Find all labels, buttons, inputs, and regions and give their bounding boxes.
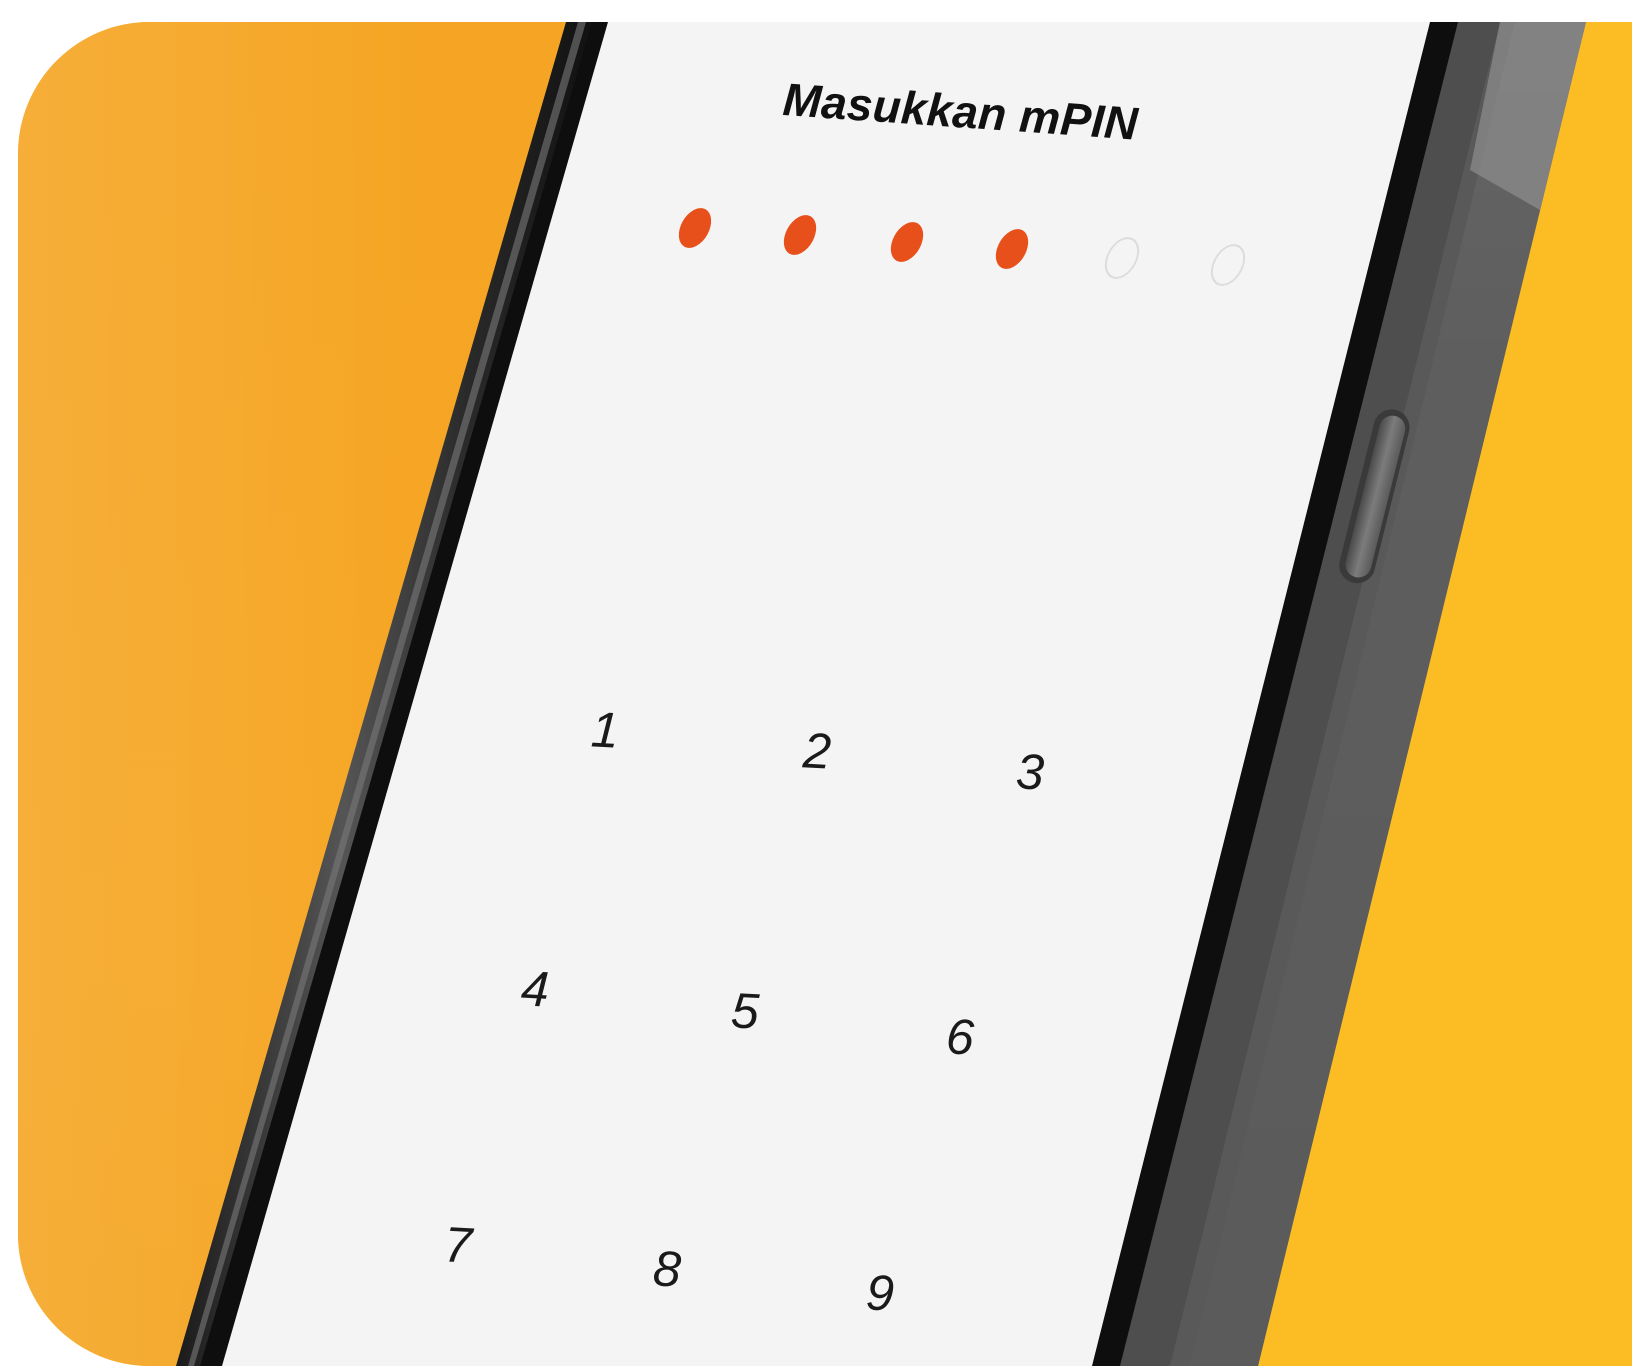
- keypad-key-4[interactable]: 4: [488, 942, 583, 1037]
- mpin-screen: Masukkan mPIN 1 2 3 4 5 6 7 8 9: [0, 0, 1632, 1366]
- pin-dot-filled: [673, 205, 717, 251]
- keypad-key-1[interactable]: 1: [558, 683, 653, 778]
- keypad-key-5[interactable]: 5: [698, 964, 793, 1059]
- keypad-key-3[interactable]: 3: [983, 725, 1078, 820]
- keypad-key-6[interactable]: 6: [913, 990, 1008, 1085]
- keypad-key-8[interactable]: 8: [620, 1222, 715, 1317]
- keypad-key-2[interactable]: 2: [770, 704, 865, 799]
- keypad-key-9[interactable]: 9: [833, 1246, 928, 1341]
- pin-dot-empty: [1098, 234, 1146, 282]
- pin-dot-empty: [1204, 241, 1252, 289]
- pin-dot-filled: [885, 219, 929, 265]
- pin-dot-filled: [990, 226, 1034, 272]
- keypad-key-7[interactable]: 7: [411, 1198, 506, 1293]
- pin-dot-filled: [778, 212, 822, 258]
- page-title: Masukkan mPIN: [781, 72, 1140, 150]
